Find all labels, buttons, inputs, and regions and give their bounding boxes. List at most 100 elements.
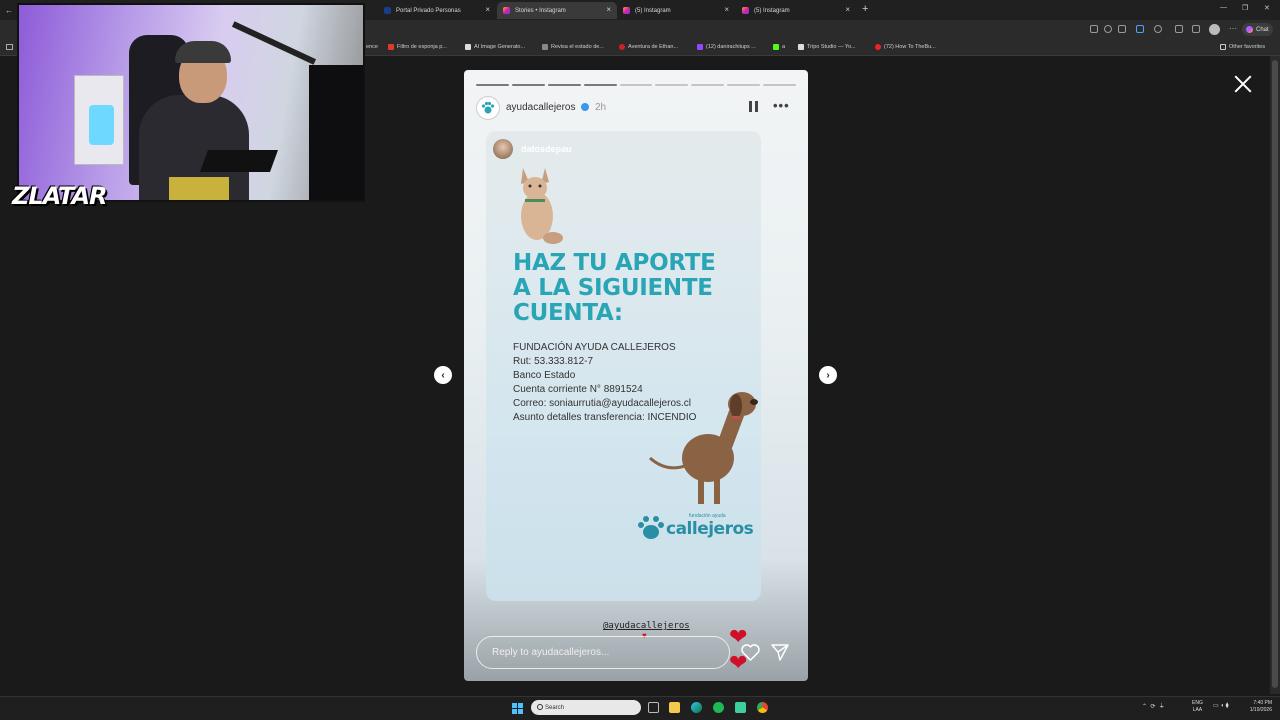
bookmark-item[interactable]: Revisa el estado de... bbox=[542, 44, 604, 50]
tab-instagram-1[interactable]: (5) Instagram × bbox=[617, 2, 735, 19]
shared-post-card: datosdepau HAZ TU APORTE A LA SIGUIENTE … bbox=[486, 131, 761, 675]
headline-line: CUENTA: bbox=[513, 300, 623, 326]
folder-icon bbox=[1220, 44, 1226, 50]
bookmark-item[interactable]: (72) How To TheBu... bbox=[875, 44, 936, 50]
close-tab-icon[interactable]: × bbox=[724, 5, 729, 14]
taskbar-clock[interactable]: 7:40 PM 1/19/2026 bbox=[1240, 700, 1272, 714]
headline-line: HAZ TU APORTE bbox=[513, 250, 716, 276]
heart-like-icon[interactable] bbox=[741, 644, 760, 661]
bookmark-item[interactable]: Filtro de esponja p... bbox=[388, 44, 447, 50]
copilot-chat-button[interactable]: Chat bbox=[1242, 23, 1273, 36]
minimize-icon[interactable]: — bbox=[1220, 4, 1227, 11]
progress-segment bbox=[511, 84, 545, 86]
bookmark-favicon-icon bbox=[465, 44, 471, 50]
story-time: 2h bbox=[595, 102, 607, 113]
progress-segment bbox=[547, 84, 581, 86]
progress-segment bbox=[727, 84, 761, 86]
settings-icon[interactable] bbox=[1175, 25, 1183, 33]
more-menu-icon[interactable]: ··· bbox=[1229, 24, 1237, 33]
tab-label: (5) Instagram bbox=[635, 7, 671, 14]
paw-icon bbox=[481, 101, 495, 114]
bookmark-favicon-icon bbox=[542, 44, 548, 50]
app-icon[interactable] bbox=[735, 702, 746, 713]
tab-portal[interactable]: Portal Privado Personas × bbox=[378, 2, 496, 19]
webcam-overlay bbox=[17, 3, 365, 202]
bookmark-item[interactable]: AI Image Generato... bbox=[465, 44, 525, 50]
bookmark-favicon-icon bbox=[619, 44, 625, 50]
send-share-icon[interactable] bbox=[771, 644, 789, 661]
webcam-desk-item bbox=[169, 177, 229, 200]
restore-icon[interactable]: ❐ bbox=[1242, 4, 1248, 12]
back-icon[interactable]: ← bbox=[5, 6, 13, 15]
progress-segment bbox=[763, 84, 797, 86]
close-tab-icon[interactable]: × bbox=[485, 5, 490, 14]
instagram-favicon-icon bbox=[742, 7, 749, 14]
tray-status-icons[interactable]: ▭ ◖ ⧫ bbox=[1213, 702, 1229, 709]
next-story-button[interactable]: › bbox=[819, 366, 837, 384]
close-tab-icon[interactable]: × bbox=[845, 5, 850, 14]
bookmarks-app-icon[interactable] bbox=[6, 44, 13, 50]
foundation-name: FUNDACIÓN AYUDA CALLEJEROS bbox=[513, 342, 676, 353]
chat-label: Chat bbox=[1256, 26, 1269, 33]
zoom-icon[interactable] bbox=[1104, 25, 1112, 33]
reply-input[interactable] bbox=[476, 636, 730, 669]
bookmark-favicon-icon bbox=[388, 44, 394, 50]
bookmark-favicon-icon bbox=[697, 44, 703, 50]
taskbar-search[interactable]: Search bbox=[531, 700, 641, 715]
rut: Rut: 53.333.812-7 bbox=[513, 356, 594, 367]
task-view-icon[interactable] bbox=[648, 702, 659, 713]
paw-logo-icon bbox=[638, 516, 664, 539]
logo-wordmark: callejeros bbox=[666, 519, 754, 539]
file-explorer-icon[interactable] bbox=[669, 702, 680, 713]
mention-sticker[interactable]: @ayudacallejeros bbox=[603, 621, 690, 631]
window-close-icon[interactable]: ✕ bbox=[1264, 4, 1270, 12]
bookmark-item[interactable]: Aventura de Ethan... bbox=[619, 44, 678, 50]
tab-label: Stories • Instagram bbox=[515, 7, 566, 14]
pause-icon[interactable] bbox=[749, 101, 758, 112]
webcam-mic-arm bbox=[231, 21, 317, 65]
bookmark-item[interactable]: a bbox=[773, 44, 785, 50]
tab-label: (5) Instagram bbox=[754, 7, 790, 14]
callejeros-logo: fundación ayuda callejeros bbox=[636, 511, 754, 547]
bookmark-favicon-icon bbox=[875, 44, 881, 50]
story-avatar[interactable] bbox=[476, 96, 500, 120]
windows-start-icon[interactable] bbox=[512, 703, 523, 714]
new-tab-button[interactable]: + bbox=[862, 3, 868, 15]
close-story-icon[interactable] bbox=[1233, 74, 1253, 94]
refresh-icon[interactable] bbox=[1154, 25, 1162, 33]
search-icon bbox=[537, 704, 543, 710]
edge-icon[interactable] bbox=[691, 702, 702, 713]
spotify-icon[interactable] bbox=[713, 702, 724, 713]
bookmark-favicon-icon bbox=[798, 44, 804, 50]
favorite-star-icon[interactable] bbox=[1118, 25, 1126, 33]
favorites-icon[interactable] bbox=[1192, 25, 1200, 33]
story-username[interactable]: ayudacallejeros bbox=[506, 102, 576, 113]
close-tab-icon[interactable]: × bbox=[606, 5, 611, 14]
story-viewer[interactable]: ayudacallejeros 2h ••• datosdepau HAZ TU… bbox=[464, 70, 808, 681]
bookmark-item[interactable]: ence bbox=[366, 44, 378, 50]
language-indicator[interactable]: ENG LAA bbox=[1192, 700, 1203, 714]
tab-stories[interactable]: Stories • Instagram × bbox=[497, 2, 617, 19]
progress-segment bbox=[655, 84, 689, 86]
progress-segment bbox=[583, 84, 617, 86]
card-avatar bbox=[493, 139, 513, 159]
bookmark-item[interactable]: (12) danirachiiups ... bbox=[697, 44, 756, 50]
tab-instagram-2[interactable]: (5) Instagram × bbox=[736, 2, 856, 19]
chrome-icon[interactable] bbox=[757, 702, 768, 713]
page-icon[interactable] bbox=[1090, 25, 1098, 33]
progress-segment bbox=[619, 84, 653, 86]
extension-icon[interactable] bbox=[1136, 25, 1144, 33]
portal-favicon-icon bbox=[384, 7, 391, 14]
other-favorites[interactable]: Other favorites bbox=[1220, 44, 1265, 50]
more-options-icon[interactable]: ••• bbox=[773, 98, 790, 113]
profile-avatar[interactable] bbox=[1209, 24, 1220, 35]
copilot-icon bbox=[1246, 26, 1253, 33]
bookmark-item[interactable]: Tripo Studio — Yo... bbox=[798, 44, 856, 50]
system-tray-icons[interactable]: ⌃ ⟳ ⏚ bbox=[1142, 701, 1165, 710]
webcam-cap bbox=[175, 41, 231, 63]
scrollbar-thumb[interactable] bbox=[1272, 60, 1278, 688]
story-progress-bar bbox=[476, 84, 797, 86]
streamer-logo: ZLATAR bbox=[12, 182, 108, 210]
previous-story-button[interactable]: ‹ bbox=[434, 366, 452, 384]
progress-segment bbox=[476, 84, 509, 86]
